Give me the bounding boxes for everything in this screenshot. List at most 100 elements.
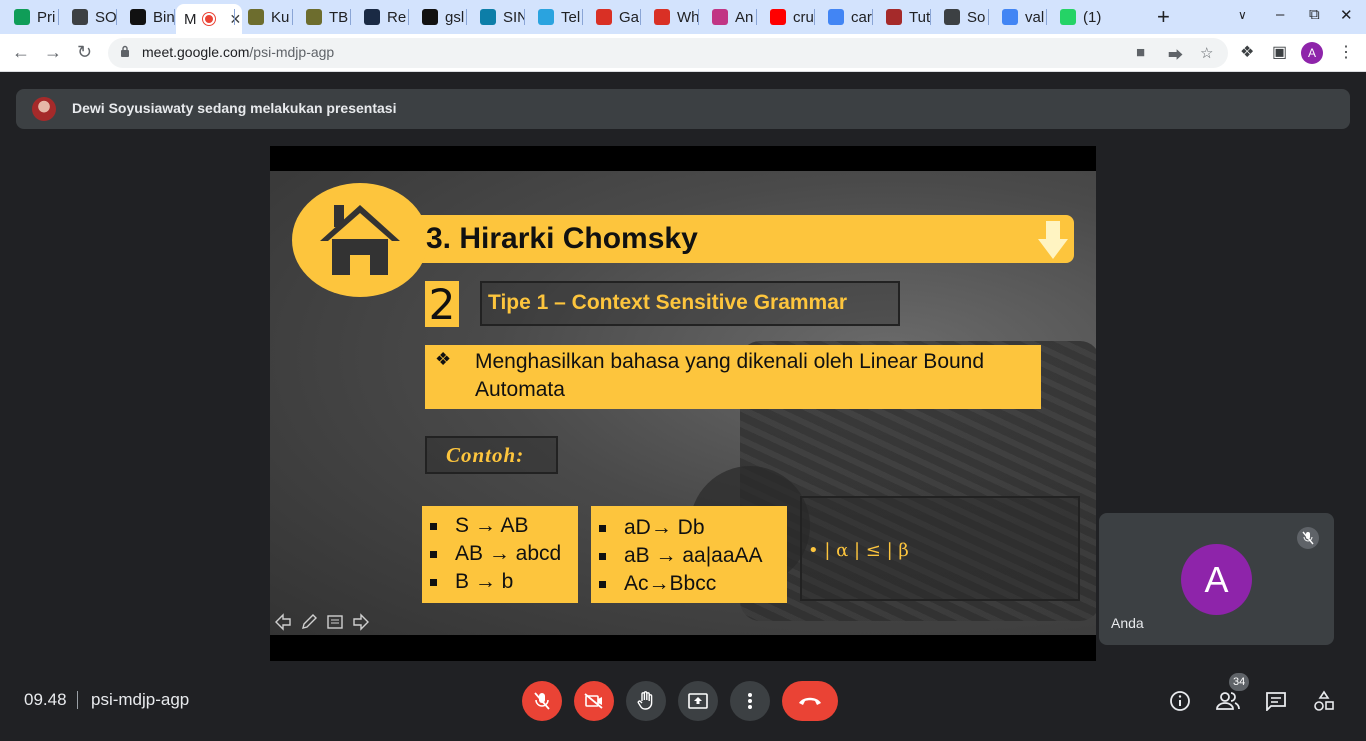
- people-button[interactable]: [1216, 689, 1240, 713]
- tab-search-icon[interactable]: ∨: [1238, 8, 1247, 22]
- browser-tab[interactable]: car: [814, 0, 872, 34]
- diamond-bullet-icon: ❖: [435, 349, 452, 369]
- mic-toggle-button[interactable]: [522, 681, 562, 721]
- presentation-stage[interactable]: 3. Hirarki Chomsky 2 Tipe 1 – Context Se…: [270, 146, 1096, 661]
- seal-icon: [248, 9, 264, 25]
- browser-tab[interactable]: Bin: [116, 0, 174, 34]
- tab-label: M: [184, 10, 197, 28]
- tab-label: Ga: [619, 8, 640, 26]
- more-vert-icon: [748, 693, 752, 709]
- side-panel-icon[interactable]: ▣: [1272, 42, 1287, 62]
- share-icon[interactable]: ⮕: [1168, 44, 1183, 65]
- activities-icon: [1314, 690, 1334, 711]
- pen-icon[interactable]: [300, 613, 318, 631]
- tab-label: Bin: [153, 8, 174, 26]
- tab-label: val: [1025, 8, 1045, 26]
- condition-text: • | α | ≤ | β: [808, 540, 909, 561]
- browser-tab[interactable]: Tel: [524, 0, 582, 34]
- next-slide-icon[interactable]: [352, 613, 370, 631]
- more-options-button[interactable]: [730, 681, 770, 721]
- browser-tab[interactable]: cru: [756, 0, 814, 34]
- down-arrow-icon: [1038, 221, 1068, 259]
- browser-tab[interactable]: Wh: [640, 0, 698, 34]
- spark-icon: [364, 9, 380, 25]
- leave-call-button[interactable]: [782, 681, 838, 721]
- info-icon: [1170, 691, 1190, 711]
- chat-icon: [1266, 692, 1286, 711]
- alert-icon: [654, 9, 670, 25]
- telegram-icon: [538, 9, 554, 25]
- definition-text: Menghasilkan bahasa yang dikenali oleh L…: [475, 350, 985, 401]
- meeting-time: 09.48: [24, 690, 67, 709]
- browser-tab[interactable]: Tut: [872, 0, 930, 34]
- forward-icon[interactable]: →: [44, 42, 62, 63]
- tab-label: cru: [793, 8, 814, 26]
- browser-tab[interactable]: (1): [1046, 0, 1104, 34]
- rule-middle-2: aB → aa|aaAA: [599, 544, 763, 568]
- address-bar[interactable]: meet.google.com/psi-mdjp-agp ■ ⮕ ☆: [108, 38, 1228, 68]
- restore-icon[interactable]: ⧉: [1309, 6, 1320, 23]
- diag-icon: [944, 9, 960, 25]
- tab-label: (1): [1083, 8, 1102, 26]
- browser-tab[interactable]: Re: [350, 0, 408, 34]
- va-icon: [130, 9, 146, 25]
- self-video-tile[interactable]: A Anda: [1099, 513, 1334, 645]
- browser-tab[interactable]: M ✕: [176, 4, 242, 34]
- close-window-icon[interactable]: ✕: [1340, 6, 1353, 24]
- chat-button[interactable]: [1264, 689, 1288, 713]
- browser-tab[interactable]: An: [698, 0, 756, 34]
- muted-mic-icon: [1297, 527, 1319, 549]
- reload-icon[interactable]: ↻: [77, 42, 92, 63]
- participants-count-badge: 34: [1229, 673, 1250, 691]
- self-avatar: A: [1181, 544, 1252, 615]
- camera-toggle-button[interactable]: [574, 681, 614, 721]
- browser-tab[interactable]: Ga: [582, 0, 640, 34]
- back-icon[interactable]: ←: [12, 42, 30, 63]
- end-call-icon: [799, 697, 821, 705]
- browser-tab[interactable]: Pri: [0, 0, 58, 34]
- profile-avatar[interactable]: A: [1301, 42, 1323, 64]
- browser-tab[interactable]: SIN: [466, 0, 524, 34]
- slide: 3. Hirarki Chomsky 2 Tipe 1 – Context Se…: [270, 171, 1096, 635]
- present-screen-button[interactable]: [678, 681, 718, 721]
- menu-icon[interactable]: ⋮: [1338, 42, 1354, 62]
- home-icon: [320, 205, 400, 275]
- browser-toolbar: ← → ↻ meet.google.com/psi-mdjp-agp ■ ⮕ ☆…: [0, 34, 1366, 72]
- slide-toolbar: [274, 613, 370, 631]
- minimize-icon[interactable]: –: [1276, 6, 1284, 23]
- camera-icon[interactable]: ■: [1136, 44, 1145, 61]
- divider: [77, 691, 78, 709]
- section-number: 2: [425, 280, 459, 329]
- github-icon: [422, 9, 438, 25]
- meeting-details-button[interactable]: [1168, 689, 1192, 713]
- tab-label: An: [735, 8, 754, 26]
- bookmark-star-icon[interactable]: ☆: [1200, 44, 1213, 62]
- browser-tab[interactable]: val: [988, 0, 1046, 34]
- tab-divider: [174, 9, 175, 25]
- mic-off-icon: [534, 692, 550, 710]
- browser-tab[interactable]: TB: [292, 0, 350, 34]
- extensions-icon[interactable]: ❖: [1240, 42, 1254, 62]
- lock-icon[interactable]: [120, 45, 130, 57]
- browser-tab[interactable]: So: [930, 0, 988, 34]
- recording-icon: [202, 13, 215, 25]
- activities-button[interactable]: [1312, 689, 1336, 713]
- previous-slide-icon[interactable]: [274, 613, 292, 631]
- browser-tab[interactable]: SO: [58, 0, 116, 34]
- tab-label: Tut: [909, 8, 930, 26]
- rule-left-3: B → b: [430, 570, 513, 594]
- raise-hand-button[interactable]: [626, 681, 666, 721]
- browser-tab[interactable]: gsl: [408, 0, 466, 34]
- google-icon: [1002, 9, 1018, 25]
- tab-label: SO: [95, 8, 116, 26]
- slides-menu-icon[interactable]: [326, 613, 344, 631]
- tab-label: SIN: [503, 8, 524, 26]
- rule-left-2: AB → abcd: [430, 542, 561, 566]
- hand-icon: [637, 691, 653, 710]
- tab-label: Pri: [37, 8, 56, 26]
- instagram-icon: [712, 9, 728, 25]
- new-tab-button[interactable]: +: [1157, 4, 1170, 30]
- one-icon: [1060, 9, 1076, 25]
- browser-tab[interactable]: Ku: [234, 0, 292, 34]
- tab-label: Wh: [677, 8, 698, 26]
